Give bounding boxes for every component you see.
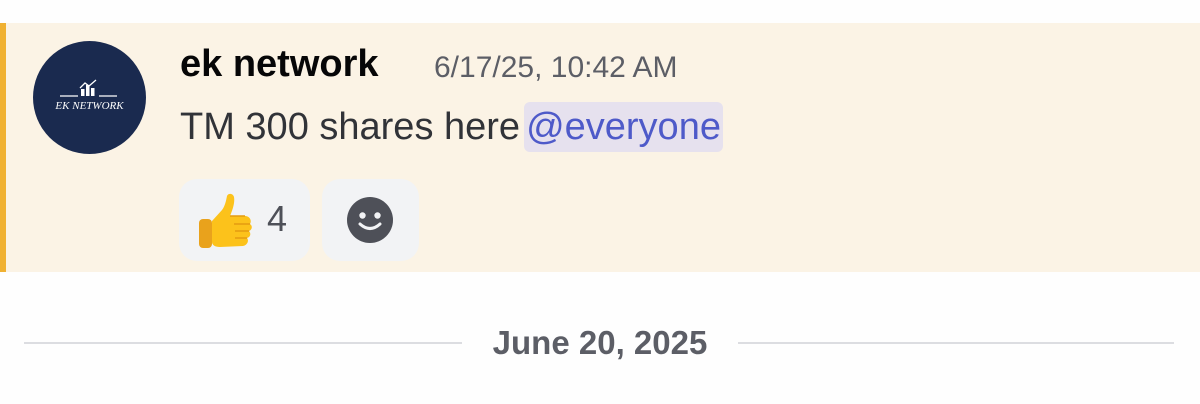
message-timestamp[interactable]: 6/17/25, 10:42 AM bbox=[434, 50, 678, 86]
avatar[interactable]: EK NETWORK bbox=[33, 41, 146, 154]
everyone-mention[interactable]: @everyone bbox=[524, 102, 723, 152]
reaction-thumbs-up[interactable]: 4 bbox=[179, 179, 310, 261]
mention-highlight-bar bbox=[0, 23, 6, 272]
message-content: TM 300 shares here @everyone bbox=[180, 102, 723, 152]
message-text: TM 300 shares here bbox=[180, 106, 521, 148]
message[interactable]: EK NETWORK ek network 6/17/25, 10:42 AM … bbox=[0, 23, 1200, 272]
date-divider: June 20, 2025 bbox=[0, 322, 1200, 364]
smiley-face-icon bbox=[347, 197, 393, 243]
svg-text:EK NETWORK: EK NETWORK bbox=[54, 100, 124, 112]
divider-line-right bbox=[738, 342, 1174, 344]
reaction-count: 4 bbox=[267, 198, 288, 239]
chat-view: EK NETWORK ek network 6/17/25, 10:42 AM … bbox=[0, 0, 1200, 404]
thumbs-up-icon bbox=[199, 193, 252, 248]
ek-network-logo: EK NETWORK bbox=[54, 79, 124, 112]
author-name[interactable]: ek network bbox=[180, 41, 379, 87]
date-divider-label: June 20, 2025 bbox=[492, 324, 708, 361]
add-reaction-button[interactable] bbox=[322, 179, 419, 261]
divider-line-left bbox=[24, 342, 462, 344]
